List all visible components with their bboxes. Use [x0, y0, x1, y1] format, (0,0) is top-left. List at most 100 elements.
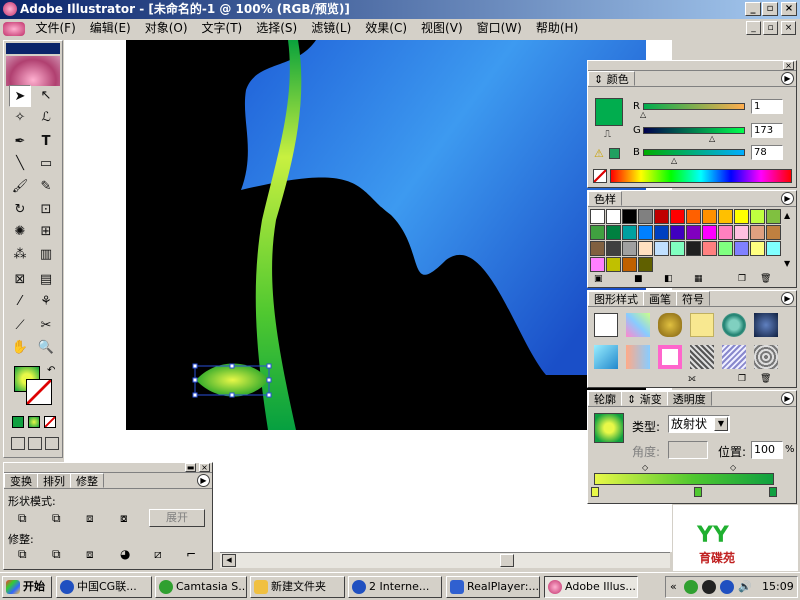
gradient-slider-bar[interactable]: [594, 473, 774, 485]
tab-transform[interactable]: 变换: [4, 473, 38, 488]
color-swatch[interactable]: [606, 209, 621, 224]
blend-tool-icon[interactable]: ⚘: [35, 291, 57, 313]
tray-camtasia-icon[interactable]: [684, 580, 698, 594]
start-button[interactable]: 开始: [2, 576, 52, 598]
tab-transparency[interactable]: 透明度: [666, 391, 712, 406]
color-swatch[interactable]: [766, 225, 781, 240]
outline-icon[interactable]: ⧄: [154, 547, 162, 562]
color-swatch[interactable]: [622, 257, 637, 272]
scroll-thumb[interactable]: [500, 554, 514, 567]
gradient-preview[interactable]: [594, 413, 624, 443]
gradient-stop-end[interactable]: [769, 487, 777, 497]
menu-file[interactable]: 文件(F): [29, 19, 83, 38]
color-swatch[interactable]: [654, 225, 669, 240]
expand-button[interactable]: 展开: [149, 509, 205, 527]
angle-input[interactable]: [668, 441, 708, 459]
scroll-left-icon[interactable]: ◀: [222, 554, 236, 567]
doc-close-button[interactable]: ×: [781, 21, 796, 35]
add-shape-icon[interactable]: ⧉: [18, 511, 27, 526]
show-gradient-swatches-icon[interactable]: ◧: [664, 274, 673, 284]
gamut-swatch[interactable]: [609, 148, 620, 159]
tab-swatches[interactable]: 色样: [588, 191, 622, 206]
swatch-scroll-down-icon[interactable]: ▼: [784, 259, 790, 268]
g-slider-handle-icon[interactable]: △: [709, 134, 715, 143]
delete-swatch-icon[interactable]: 🗑: [760, 274, 771, 284]
zoom-tool-icon[interactable]: 🔍: [35, 337, 57, 359]
eyedropper-tool-icon[interactable]: ⁄: [9, 291, 31, 313]
free-transform-tool-icon[interactable]: ⊞: [35, 221, 57, 243]
gradient-tool-icon[interactable]: ▤: [35, 269, 57, 291]
color-swatch[interactable]: [670, 225, 685, 240]
trim-icon[interactable]: ⧉: [52, 547, 61, 562]
doc-restore-button[interactable]: ▫: [763, 21, 778, 35]
tray-volume-icon[interactable]: 🔊: [738, 580, 752, 593]
current-fill-swatch[interactable]: [595, 98, 623, 126]
style-peach-icon[interactable]: [626, 345, 650, 369]
swap-colors-icon[interactable]: ↶: [47, 365, 55, 376]
color-swatch[interactable]: [686, 209, 701, 224]
rotate-tool-icon[interactable]: ↻: [9, 199, 31, 221]
tab-pathfinder[interactable]: 修整: [70, 473, 104, 488]
b-value-input[interactable]: 78: [751, 145, 783, 160]
color-swatch[interactable]: [638, 257, 653, 272]
style-hatch-icon[interactable]: [690, 345, 714, 369]
new-style-icon[interactable]: ❐: [738, 374, 746, 384]
color-swatch[interactable]: [606, 257, 621, 272]
tab-brushes[interactable]: 画笔: [643, 291, 677, 306]
b-slider[interactable]: [643, 149, 745, 156]
tray-app-icon[interactable]: [702, 580, 716, 594]
lasso-tool-icon[interactable]: ℒ: [35, 107, 57, 129]
color-swatch[interactable]: [734, 225, 749, 240]
tab-color[interactable]: ⇕ 颜色: [588, 71, 635, 86]
color-swatch[interactable]: [670, 209, 685, 224]
color-swatch[interactable]: [590, 241, 605, 256]
style-blue-hatch-icon[interactable]: [722, 345, 746, 369]
gradient-stop-start[interactable]: [591, 487, 599, 497]
color-swatch[interactable]: [734, 209, 749, 224]
slice-tool-icon[interactable]: ⟋: [9, 315, 31, 337]
panel-menu-icon[interactable]: ▶: [781, 72, 794, 85]
panel-menu-icon[interactable]: ▶: [781, 192, 794, 205]
panel-menu-icon[interactable]: ▶: [781, 392, 794, 405]
color-swatch[interactable]: [622, 225, 637, 240]
color-swatch[interactable]: [686, 241, 701, 256]
gradient-mode-icon[interactable]: [28, 416, 40, 428]
color-swatch[interactable]: [718, 209, 733, 224]
tab-graphic-styles[interactable]: 图形样式: [588, 291, 644, 306]
line-tool-icon[interactable]: ╲: [9, 153, 31, 175]
panel-menu-icon[interactable]: ▶: [781, 292, 794, 305]
warp-tool-icon[interactable]: ✺: [9, 221, 31, 243]
horizontal-scrollbar[interactable]: ◀: [220, 552, 670, 568]
style-default-icon[interactable]: [594, 313, 618, 337]
color-swatch[interactable]: [718, 225, 733, 240]
new-swatch-icon[interactable]: ❐: [738, 274, 746, 284]
task-item-folder[interactable]: 新建文件夹: [250, 576, 345, 598]
task-item-cg[interactable]: 中国CG联...: [56, 576, 152, 598]
show-color-swatches-icon[interactable]: ■: [634, 274, 643, 284]
merge-icon[interactable]: ⧈: [86, 547, 94, 562]
swatch-scroll-up-icon[interactable]: ▲: [784, 211, 790, 220]
menu-edit[interactable]: 编辑(E): [83, 19, 138, 38]
r-slider[interactable]: [643, 103, 745, 110]
tray-network-icon[interactable]: [720, 580, 734, 594]
midpoint-diamond-icon[interactable]: ◇: [642, 463, 648, 472]
color-swatch[interactable]: [638, 209, 653, 224]
hand-tool-icon[interactable]: ✋: [9, 337, 31, 359]
graph-tool-icon[interactable]: ▥: [35, 244, 57, 266]
menu-window[interactable]: 窗口(W): [470, 19, 529, 38]
color-swatch[interactable]: [766, 209, 781, 224]
r-value-input[interactable]: 1: [751, 99, 783, 114]
crop-icon[interactable]: ◕: [120, 547, 130, 561]
color-swatch[interactable]: [606, 241, 621, 256]
color-swatch[interactable]: [590, 257, 605, 272]
break-style-link-icon[interactable]: ⟗: [688, 374, 696, 384]
location-input[interactable]: 100: [751, 441, 783, 459]
rectangle-tool-icon[interactable]: ▭: [35, 153, 57, 175]
task-item-ie[interactable]: 2 Interne...: [348, 576, 442, 598]
maximize-button[interactable]: ▫: [762, 2, 778, 16]
pen-tool-icon[interactable]: ✒: [9, 131, 31, 153]
color-swatch[interactable]: [590, 225, 605, 240]
style-blue-icon[interactable]: [594, 345, 618, 369]
task-item-camtasia[interactable]: Camtasia S...: [155, 576, 247, 598]
menu-effect[interactable]: 效果(C): [358, 19, 414, 38]
